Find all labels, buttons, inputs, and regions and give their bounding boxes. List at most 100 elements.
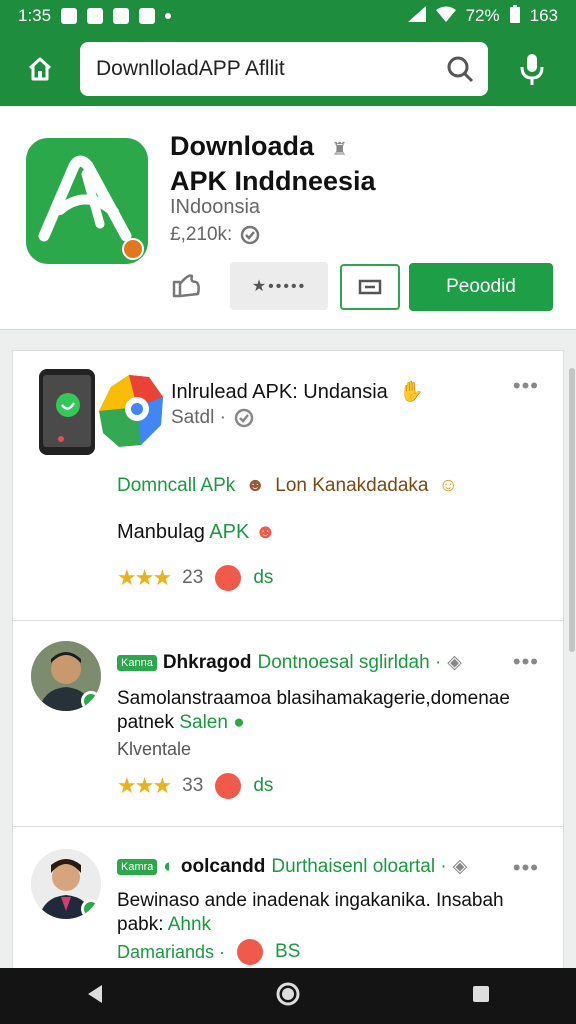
star-rating-icon: ★★★ — [117, 565, 172, 590]
post-title: Inlrulead APK: Undansia ✋ — [171, 379, 424, 404]
person-emoji-icon: ☻ — [245, 475, 266, 496]
more-options-icon[interactable]: ••• — [513, 373, 539, 399]
post-body-black: Samolanstraamoa blasihamakagerie,domenae… — [117, 688, 510, 733]
navigation-bar — [0, 968, 576, 1024]
smiley-emoji-icon: ☺ — [438, 475, 458, 496]
battery-icon — [509, 4, 520, 28]
post-line2-green: APK — [209, 521, 250, 543]
post-footer-label: Damariands · — [117, 941, 226, 962]
post-meta: Dontnoesal sglirldah · — [257, 651, 442, 673]
author-name[interactable]: oolcandd — [181, 856, 265, 878]
scrollbar[interactable] — [569, 368, 575, 652]
back-icon — [88, 984, 103, 1003]
home-icon — [28, 57, 52, 81]
online-status-icon — [81, 691, 101, 711]
post-stats: ★★★ 23 ds — [117, 565, 273, 591]
post-body-green: Ahnk — [167, 914, 212, 935]
author-name[interactable]: Dhkragod — [163, 652, 252, 674]
toolbar: DownlloladAPP Afllit — [0, 32, 576, 106]
share-button[interactable] — [168, 268, 204, 304]
microphone-icon — [520, 54, 544, 85]
verified-icon: ♜ — [331, 139, 348, 159]
notification-icon — [61, 8, 78, 24]
recents-button[interactable] — [470, 983, 492, 1010]
avatar[interactable] — [31, 849, 101, 919]
reaction-icon[interactable] — [215, 565, 242, 591]
post-line2-black: Manbulag — [117, 521, 205, 543]
post-subtitle-text: Satdl · — [171, 407, 226, 428]
post-line1-green: Domncall APk — [117, 475, 236, 496]
more-options-icon[interactable]: ••• — [513, 855, 539, 881]
emoji-icon: ☻ — [254, 521, 276, 543]
post-subtitle: Satdl · — [171, 407, 254, 429]
more-options-icon[interactable]: ••• — [513, 649, 539, 675]
dot-icon — [165, 13, 172, 19]
reaction-icon[interactable] — [237, 939, 264, 965]
search-icon[interactable] — [446, 55, 474, 83]
avatar[interactable] — [31, 641, 101, 711]
back-button[interactable] — [84, 983, 106, 1010]
feed-card[interactable]: Kanna Dhkragod Dontnoesal sglirldah · ◈ … — [13, 621, 563, 827]
post-line1: Domncall APk ☻ Lon Kanakdadaka ☺ — [117, 475, 458, 497]
feed-card[interactable]: Kamra ◐ oolcandd Durthaisenl oloartal · … — [13, 827, 563, 973]
star-rating-icon: ★★★ — [117, 773, 172, 798]
home-button[interactable] — [0, 32, 80, 106]
verified-badge-icon: ◈ — [447, 652, 462, 673]
verified-badge-icon — [234, 408, 254, 428]
app-badge-icon — [122, 238, 144, 260]
app-title-line1: Downloada — [170, 131, 315, 161]
reaction-label: BS — [275, 941, 301, 962]
post-count: 33 — [182, 775, 204, 796]
rating-pill[interactable]: ★••••• — [230, 262, 328, 310]
reaction-label: ds — [253, 775, 274, 796]
home-nav-button[interactable] — [275, 981, 301, 1012]
app-title-line2: APK Inddneesia — [170, 166, 376, 196]
play-icon — [139, 8, 156, 24]
app-size: £,210k: — [170, 224, 260, 246]
voice-search-button[interactable] — [488, 32, 576, 106]
battery-percent: 72% — [465, 6, 500, 25]
status-left: 1:35 — [18, 6, 172, 26]
bookmark-icon — [358, 279, 382, 295]
post-body: Samolanstraamoa blasihamakagerie,domenae… — [117, 687, 547, 735]
post-stats: ★★★ 33 ds — [117, 773, 273, 799]
post-line1-brown: Lon Kanakdadaka — [275, 475, 429, 496]
whatsapp-icon: ◐ — [163, 855, 175, 877]
mail-icon — [87, 8, 104, 24]
verified-badge-icon: ◈ — [452, 856, 468, 877]
signal-icon — [407, 5, 426, 27]
author-tag: Kamra — [117, 858, 158, 875]
hand-emoji-icon: ✋ — [399, 381, 425, 403]
app-title: Downloada ♜ APK Inddneesia — [170, 130, 376, 197]
emoji-icon: ● — [233, 712, 245, 733]
share-icon — [172, 274, 200, 298]
app-header: Downloada ♜ APK Inddneesia INdoonsia £,2… — [0, 106, 576, 330]
app-size-label: £,210k: — [170, 224, 233, 245]
reaction-icon[interactable] — [215, 773, 242, 799]
post-header: Kanna Dhkragod Dontnoesal sglirldah · ◈ — [117, 651, 462, 674]
square-icon — [472, 985, 489, 1002]
post-footer: Damariands · BS — [117, 939, 300, 965]
feed: Inlrulead APK: Undansia ✋ Satdl · ••• Do… — [12, 350, 564, 974]
feed-card[interactable]: Inlrulead APK: Undansia ✋ Satdl · ••• Do… — [13, 351, 563, 621]
post-body-green: Salen — [179, 712, 228, 733]
app-developer[interactable]: INdoonsia — [170, 196, 260, 219]
circle-home-icon — [276, 982, 300, 1005]
post-thumbnail — [37, 367, 167, 457]
post-title-text: Inlrulead APK: Undansia — [171, 381, 388, 403]
post-footer: Klventale — [117, 739, 192, 759]
install-button[interactable]: Peoodid — [409, 263, 553, 311]
post-count: 23 — [182, 567, 204, 588]
status-extra: 163 — [529, 6, 558, 25]
reaction-label: ds — [253, 567, 274, 588]
post-header: Kamra ◐ oolcandd Durthaisenl oloartal · … — [117, 855, 467, 878]
status-right: 72% 163 — [407, 4, 558, 28]
search-input[interactable]: DownlloladAPP Afllit — [80, 42, 488, 96]
post-body: Bewinaso ande inadenak ingakanika. Insab… — [117, 889, 547, 937]
wishlist-button[interactable] — [340, 264, 400, 310]
search-query: DownlloladAPP Afllit — [96, 57, 285, 80]
app-logo — [26, 138, 148, 264]
post-meta: Durthaisenl oloartal · — [271, 855, 447, 877]
image-icon — [113, 8, 130, 24]
online-status-icon — [81, 899, 101, 919]
